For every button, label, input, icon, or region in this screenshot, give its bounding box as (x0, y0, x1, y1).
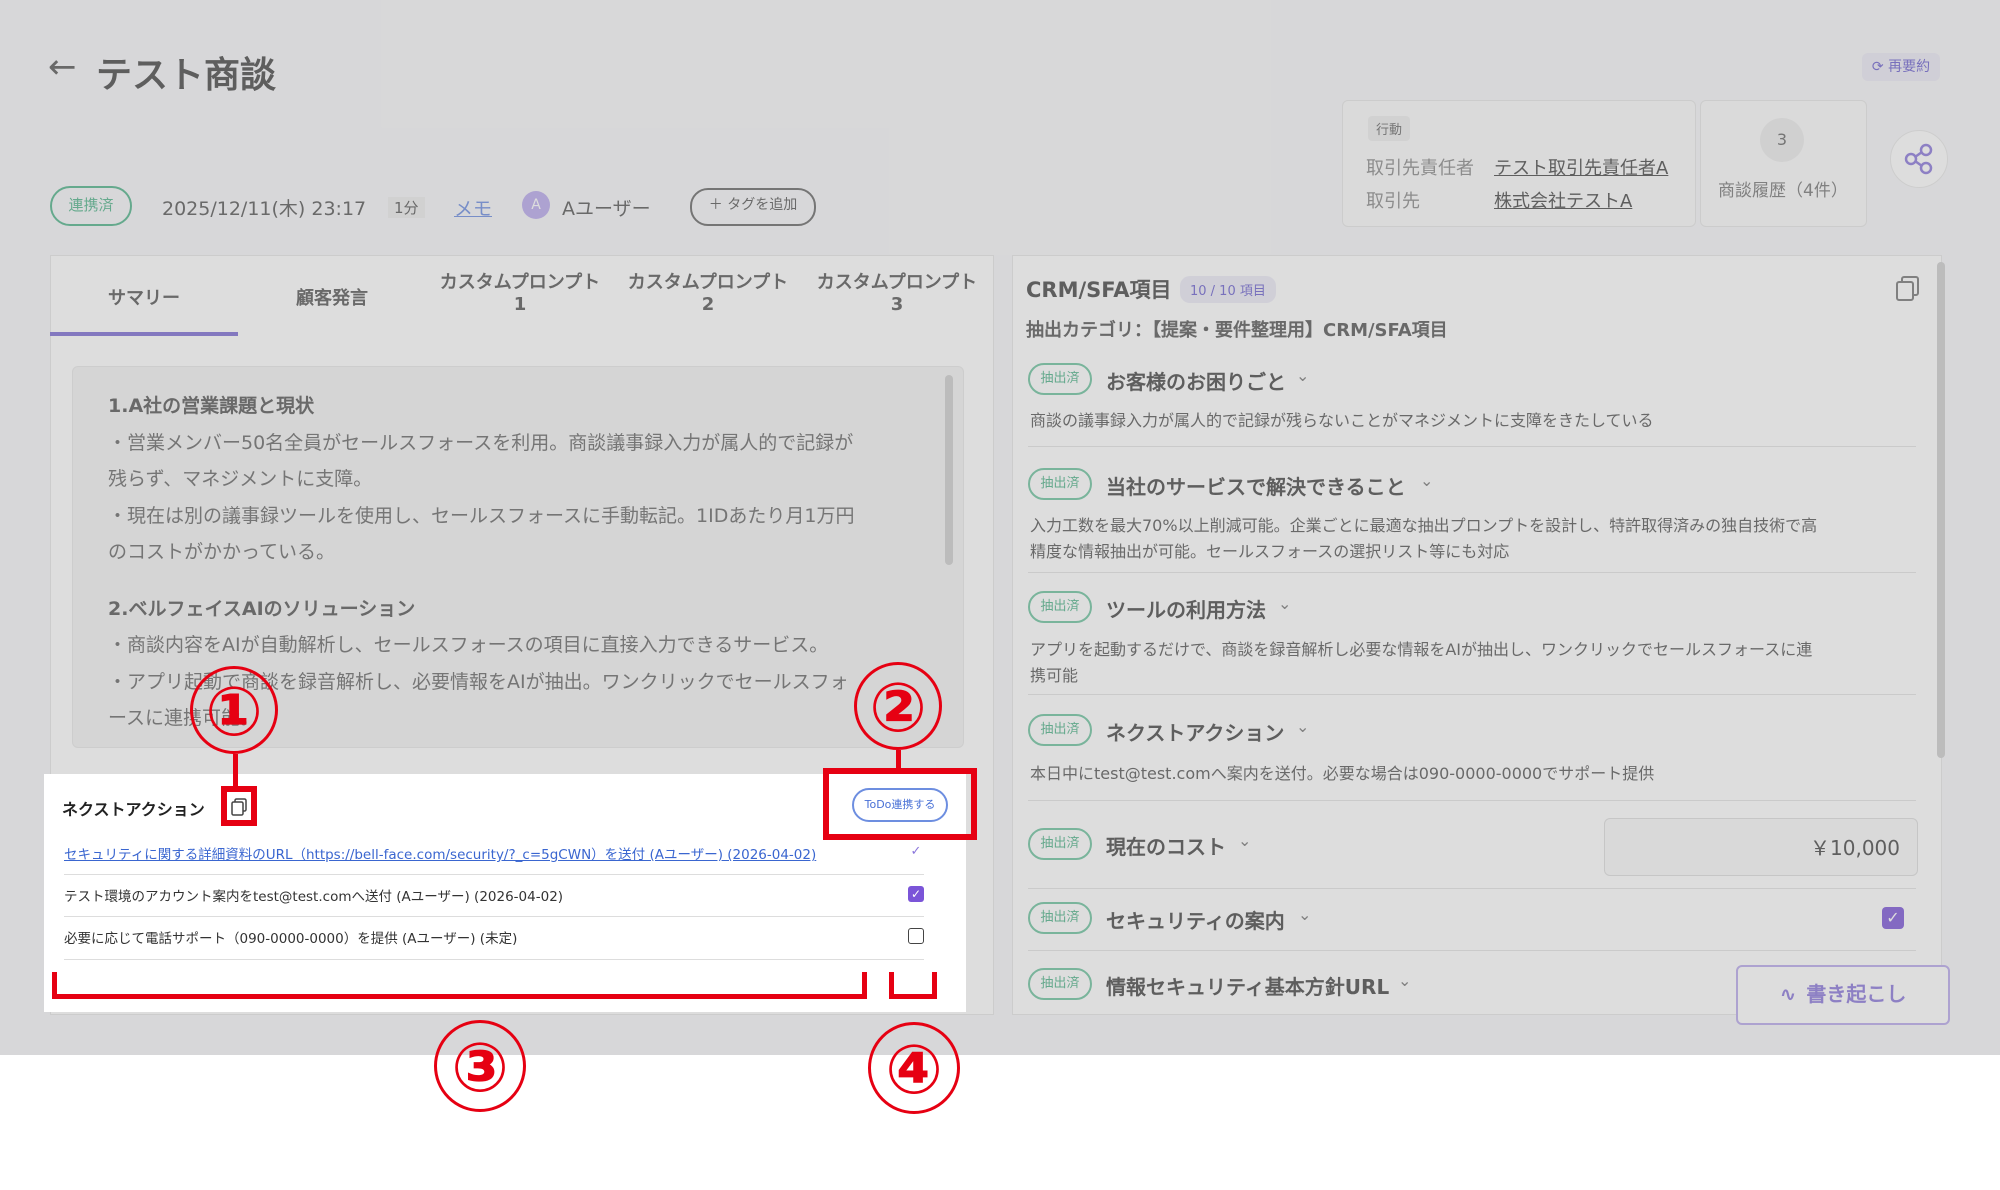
extracted-chip: 抽出済 (1028, 968, 1092, 1000)
field-title-next-action[interactable]: ネクストアクション (1106, 717, 1284, 746)
field-desc-next-action: 本日中にtest@test.comへ案内を送付。必要な場合は090-0000-0… (1030, 764, 1655, 783)
divider (1028, 950, 1916, 951)
chevron-down-icon[interactable]: ⌄ (1420, 471, 1433, 490)
annotation-2-box (823, 768, 977, 840)
share-icon (1904, 143, 1933, 175)
annotation-4-bracket (932, 972, 937, 998)
annotation-2-leader (896, 750, 901, 770)
annotation-2: ② (854, 662, 942, 750)
annotation-4-bracket (889, 994, 937, 999)
back-arrow-icon[interactable]: ← (48, 50, 77, 84)
security-checkbox[interactable]: ✓ (1882, 907, 1904, 929)
field-title-usage[interactable]: ツールの利用方法 (1106, 594, 1266, 623)
annotation-3: ③ (434, 1020, 526, 1112)
check-icon[interactable]: ✓ (908, 844, 924, 860)
account-link[interactable]: 株式会社テストA (1494, 187, 1632, 213)
field-title-customer-issues[interactable]: お客様のお困りごと (1106, 366, 1286, 395)
chevron-down-icon[interactable]: ⌄ (1398, 971, 1411, 990)
item-checkbox-checked[interactable]: ✓ (908, 886, 924, 902)
tab-summary[interactable]: サマリー (50, 284, 238, 310)
history-label: 商談履歴（4件） (1718, 181, 1848, 201)
divider (1028, 694, 1916, 695)
next-action-item[interactable]: セキュリティに関する詳細資料のURL（https://bell-face.com… (64, 843, 924, 863)
extracted-chip: 抽出済 (1028, 468, 1092, 500)
action-badge: 行動 (1368, 116, 1411, 141)
avatar: A (522, 191, 550, 219)
tab-custom-prompt-2[interactable]: カスタムプロンプト 2 (614, 272, 802, 316)
crm-category: 抽出カテゴリ：【提案・要件整理用】CRM/SFA項目 (1026, 320, 1448, 341)
duration-badge: 1分 (388, 197, 425, 218)
deal-datetime: 2025/12/11(木) 23:17 (162, 198, 367, 220)
tab-custom-prompt-1[interactable]: カスタムプロンプト 1 (426, 272, 614, 316)
refresh-icon: ⟳ (1871, 59, 1884, 75)
divider (64, 916, 924, 917)
resummary-button[interactable]: ⟳ 再要約 (1862, 53, 1940, 81)
next-action-item: テスト環境のアカウント案内をtest@test.comへ送付 (Aユーザー) (… (64, 889, 564, 905)
active-tab-indicator (50, 332, 238, 336)
status-badge: 連携済 (50, 186, 132, 226)
history-count: 3 (1760, 118, 1804, 162)
field-desc-solution: 入力工数を最大70%以上削減可能。企業ごとに最適な抽出プロンプトを設計し、特許取… (1030, 516, 1818, 561)
annotation-3-bracket (862, 972, 867, 998)
contact-label: 取引先責任者 (1366, 158, 1474, 179)
next-action-item: 必要に応じて電話サポート（090-0000-0000）を提供 (Aユーザー) (… (64, 931, 518, 947)
field-title-solution[interactable]: 当社のサービスで解決できること (1106, 471, 1406, 500)
field-desc-customer-issues: 商談の議事録入力が属人的で記録が残らないことがマネジメントに支障をきたしている (1030, 411, 1654, 430)
transcribe-button[interactable]: ∿ 書き起こし (1736, 965, 1950, 1025)
share-button[interactable] (1890, 130, 1948, 188)
field-title-security-url[interactable]: 情報セキュリティ基本方針URL (1106, 971, 1389, 1000)
chevron-down-icon[interactable]: ⌄ (1278, 594, 1291, 613)
item-checkbox-unchecked[interactable] (908, 928, 924, 944)
next-action-title: ネクストアクション (62, 800, 205, 819)
extracted-chip: 抽出済 (1028, 363, 1092, 395)
annotation-1: ① (190, 666, 278, 754)
account-label: 取引先 (1366, 191, 1420, 212)
annotation-4: ④ (868, 1022, 960, 1114)
crm-title: CRM/SFA項目 (1026, 278, 1172, 302)
tab-custom-prompt-3[interactable]: カスタムプロンプト 3 (802, 272, 992, 316)
divider (1028, 446, 1916, 447)
chevron-down-icon[interactable]: ⌄ (1296, 717, 1309, 736)
field-title-security[interactable]: セキュリティの案内 (1106, 905, 1285, 934)
field-title-cost[interactable]: 現在のコスト (1106, 831, 1226, 860)
summary-scrollbar[interactable] (945, 375, 953, 565)
memo-link[interactable]: メモ (454, 194, 492, 221)
tab-customer-voice[interactable]: 顧客発言 (238, 284, 426, 310)
extracted-chip: 抽出済 (1028, 828, 1092, 860)
chevron-down-icon[interactable]: ⌄ (1238, 831, 1251, 850)
cost-value: ￥10,000 (1810, 836, 1900, 860)
add-tag-button[interactable]: ＋ タグを追加 (690, 188, 816, 226)
divider (1028, 800, 1916, 801)
divider (1028, 572, 1916, 573)
annotation-1-box (221, 786, 257, 826)
crm-scrollbar[interactable] (1937, 262, 1945, 758)
chevron-down-icon[interactable]: ⌄ (1298, 905, 1311, 924)
annotation-1-leader (233, 754, 238, 788)
extracted-chip: 抽出済 (1028, 591, 1092, 623)
waveform-icon: ∿ (1779, 982, 1797, 1006)
divider (1028, 888, 1916, 889)
extracted-chip: 抽出済 (1028, 902, 1092, 934)
crm-count-badge: 10 / 10 項目 (1180, 276, 1276, 303)
extracted-chip: 抽出済 (1028, 714, 1092, 746)
crm-copy-icon[interactable] (1896, 276, 1920, 306)
user-name: Aユーザー (562, 198, 651, 220)
chevron-down-icon[interactable]: ⌄ (1296, 366, 1309, 385)
divider (64, 959, 924, 960)
contact-link[interactable]: テスト取引先責任者A (1494, 154, 1668, 180)
divider (64, 874, 924, 875)
field-desc-usage: アプリを起動するだけで、商談を録音解析し必要な情報をAIが抽出し、ワンクリックで… (1030, 640, 1813, 685)
page-title: テスト商談 (96, 55, 277, 96)
annotation-3-bracket (52, 994, 867, 999)
